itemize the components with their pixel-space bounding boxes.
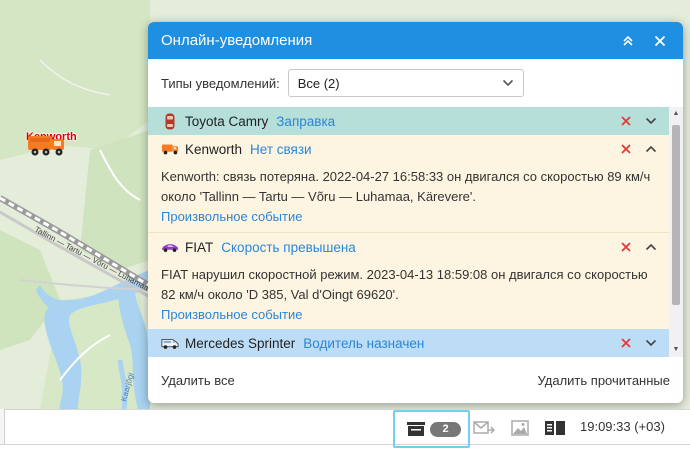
list-scrollbar[interactable]: ▲ ▼ bbox=[669, 107, 683, 357]
messages-button[interactable] bbox=[473, 418, 495, 438]
list-item[interactable]: FIAT Скорость превышена FIAT нарушил ско… bbox=[148, 232, 683, 329]
notification-body: Kenworth: связь потеряна. 2022-04-27 16:… bbox=[148, 163, 669, 227]
delete-button[interactable] bbox=[618, 113, 634, 129]
delete-read-button[interactable]: Удалить прочитанные bbox=[538, 373, 670, 388]
notification-type[interactable]: Заправка bbox=[276, 114, 618, 129]
delete-button[interactable] bbox=[618, 335, 634, 351]
unit-name: Toyota Camry bbox=[185, 113, 269, 129]
truck-icon bbox=[161, 141, 179, 157]
item-header[interactable]: Kenworth Нет связи bbox=[148, 135, 669, 163]
expand-button[interactable] bbox=[643, 113, 659, 129]
scroll-up-arrow-icon[interactable]: ▲ bbox=[672, 110, 680, 118]
chevron-up-icon bbox=[645, 243, 657, 251]
list-item[interactable]: Kenworth Нет связи Kenworth: связь потер… bbox=[148, 135, 683, 232]
close-icon bbox=[621, 144, 631, 154]
delete-button[interactable] bbox=[618, 141, 634, 157]
item-header[interactable]: FIAT Скорость превышена bbox=[148, 233, 669, 261]
left-panel-edge bbox=[0, 409, 5, 445]
unit-marker-kenworth[interactable]: Kenworth bbox=[26, 131, 77, 156]
notification-body: FIAT нарушил скоростной режим. 2023-04-1… bbox=[148, 261, 669, 325]
panel-header[interactable]: Онлайн-уведомления bbox=[148, 22, 683, 59]
clock-display: 19:09:33 (+03) bbox=[580, 419, 665, 434]
double-chevron-up-icon bbox=[623, 35, 633, 46]
truck-icon bbox=[28, 136, 64, 156]
collapse-item-button[interactable] bbox=[643, 239, 659, 255]
envelope-arrow-icon bbox=[473, 421, 495, 434]
car-icon bbox=[161, 113, 179, 129]
custom-event-link[interactable]: Произвольное событие bbox=[161, 207, 656, 227]
custom-event-link[interactable]: Произвольное событие bbox=[161, 305, 656, 325]
online-notifications-panel: Онлайн-уведомления Типы уведомлений: Все… bbox=[148, 22, 683, 403]
close-button[interactable] bbox=[649, 30, 671, 52]
notifications-button[interactable]: 2 bbox=[393, 410, 470, 448]
close-icon bbox=[621, 116, 631, 126]
chevron-down-icon bbox=[502, 79, 513, 87]
notification-text: FIAT нарушил скоростной режим. 2023-04-1… bbox=[161, 267, 648, 302]
list-item[interactable]: Toyota Camry Заправка bbox=[148, 107, 669, 135]
notification-list-icon bbox=[407, 422, 425, 436]
notification-type-select[interactable]: Все (2) bbox=[287, 69, 524, 97]
split-view-icon bbox=[545, 421, 565, 435]
panel-footer: Удалить все Удалить прочитанные bbox=[148, 357, 683, 403]
layout-button[interactable] bbox=[544, 418, 566, 438]
van-icon bbox=[161, 335, 179, 351]
close-icon bbox=[654, 35, 666, 46]
collapse-button[interactable] bbox=[617, 30, 639, 52]
divider bbox=[0, 444, 690, 445]
scroll-thumb[interactable] bbox=[672, 125, 680, 305]
collapse-item-button[interactable] bbox=[643, 141, 659, 157]
filter-label: Типы уведомлений: bbox=[161, 75, 280, 91]
unit-name: Kenworth bbox=[185, 141, 243, 157]
close-icon bbox=[621, 338, 631, 348]
delete-button[interactable] bbox=[618, 239, 634, 255]
expand-button[interactable] bbox=[643, 335, 659, 351]
notification-text: Kenworth: связь потеряна. 2022-04-27 16:… bbox=[161, 169, 651, 204]
chevron-down-icon bbox=[645, 117, 657, 125]
image-button[interactable] bbox=[509, 418, 531, 438]
chevron-up-icon bbox=[645, 145, 657, 153]
scroll-down-arrow-icon[interactable]: ▼ bbox=[672, 346, 680, 354]
close-icon bbox=[621, 242, 631, 252]
delete-all-button[interactable]: Удалить все bbox=[161, 373, 235, 388]
list-item[interactable]: Mercedes Sprinter Водитель назначен bbox=[148, 329, 669, 357]
notification-list[interactable]: Toyota Camry Заправка Kenworth Нет связи… bbox=[148, 107, 683, 357]
image-icon bbox=[511, 420, 529, 436]
notification-type[interactable]: Водитель назначен bbox=[303, 336, 618, 351]
notification-count-badge: 2 bbox=[430, 421, 461, 437]
sports-car-icon bbox=[161, 239, 179, 255]
panel-title: Онлайн-уведомления bbox=[161, 32, 313, 49]
notification-type[interactable]: Нет связи bbox=[250, 142, 618, 157]
notification-type-value: Все (2) bbox=[297, 75, 340, 91]
filter-row: Типы уведомлений: Все (2) bbox=[148, 59, 683, 107]
unit-name: Mercedes Sprinter bbox=[185, 335, 296, 351]
notification-type[interactable]: Скорость превышена bbox=[221, 240, 618, 255]
unit-name: FIAT bbox=[185, 239, 214, 255]
chevron-down-icon bbox=[645, 339, 657, 347]
